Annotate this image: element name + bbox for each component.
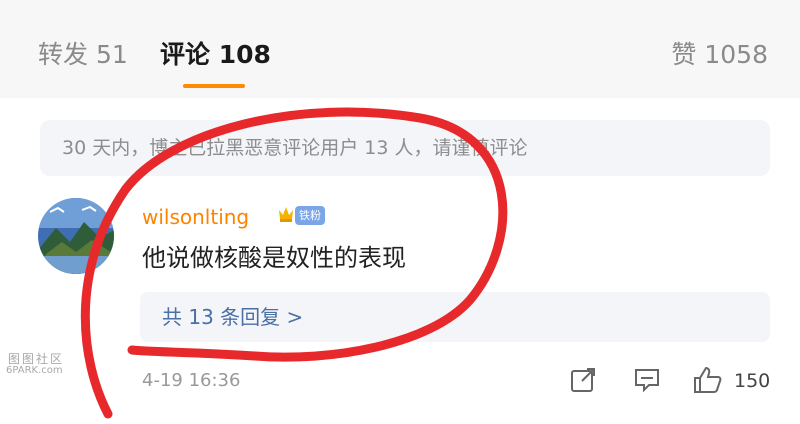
active-tab-indicator — [183, 84, 245, 88]
comment-tabs-bar: 转发 51 评论 108 赞 1058 — [0, 0, 800, 95]
tab-comments[interactable]: 评论 108 — [160, 38, 271, 72]
avatar[interactable] — [38, 198, 114, 274]
comment-text: 他说做核酸是奴性的表现 — [142, 244, 406, 272]
comment-card: 30 天内，博主已拉黑恶意评论用户 13 人，请谨慎评论 wilsonlting… — [0, 98, 800, 424]
comment-username[interactable]: wilsonlting — [142, 203, 249, 231]
share-icon[interactable] — [568, 365, 598, 395]
watermark-en: 6PARK.com — [6, 365, 63, 376]
view-replies-link[interactable]: 共 13 条回复 > — [162, 292, 303, 342]
tab-likes[interactable]: 赞 1058 — [671, 38, 768, 72]
blocked-users-notice: 30 天内，博主已拉黑恶意评论用户 13 人，请谨慎评论 — [40, 120, 770, 176]
avatar-landscape-image — [38, 198, 114, 274]
comment-timestamp: 4-19 16:36 — [142, 370, 241, 391]
replies-box[interactable]: 共 13 条回复 > — [140, 292, 770, 342]
like-count: 150 — [734, 370, 771, 392]
thumbs-up-icon[interactable] — [692, 365, 726, 395]
tab-reposts[interactable]: 转发 51 — [38, 38, 128, 72]
comment-icon[interactable] — [632, 365, 662, 395]
crown-badge-icon — [279, 207, 293, 222]
fan-level-badge: 铁粉 — [295, 206, 325, 225]
